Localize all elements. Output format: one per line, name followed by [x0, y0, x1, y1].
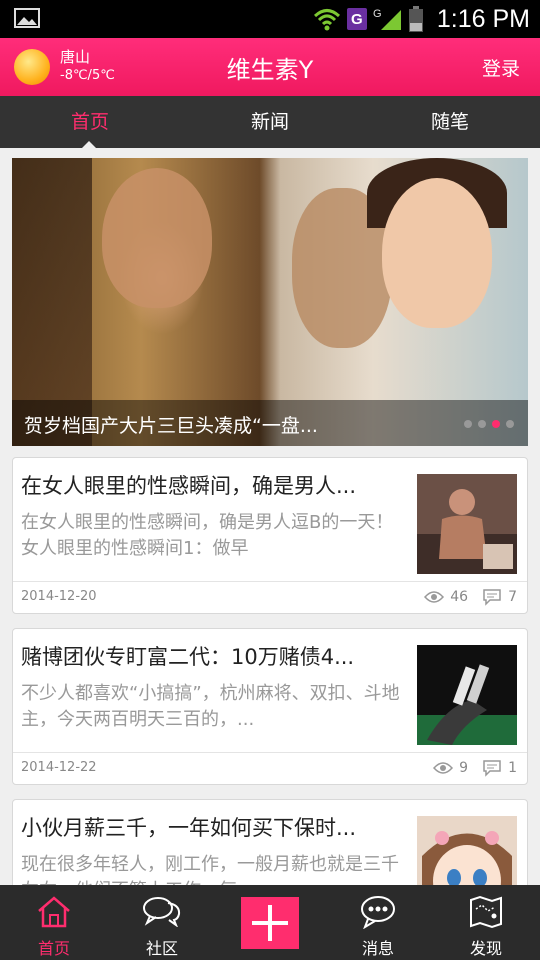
comment-icon — [483, 760, 501, 777]
article-thumbnail[interactable] — [417, 645, 517, 745]
nav-add[interactable] — [216, 885, 324, 960]
article-title[interactable]: 赌博团伙专盯富二代：10万赌债4... — [21, 641, 401, 671]
article-date: 2014-12-22 — [21, 760, 97, 775]
carousel-dot[interactable] — [478, 420, 486, 428]
app-title: 维生素Y — [226, 56, 314, 84]
comment-icon — [483, 589, 501, 606]
tab-essays[interactable]: 随笔 — [360, 96, 540, 148]
comment-count: 7 — [508, 589, 517, 605]
nav-messages[interactable]: 消息 — [324, 885, 432, 960]
article-footer: 2014-12-22 9 1 — [13, 752, 527, 784]
signal-icon: G — [373, 8, 401, 30]
article-summary: 在女人眼里的性感瞬间，确是男人逗B的一天！ 女人眼里的性感瞬间1：做早 — [21, 512, 401, 559]
article-card[interactable]: 赌博团伙专盯富二代：10万赌债4... 不少人都喜欢“小搞搞”，杭州麻将、双扣、… — [12, 628, 528, 785]
bottom-navigation: 首页 社区 消息 发现 — [0, 885, 540, 960]
plus-icon[interactable] — [241, 897, 299, 949]
app-header: 唐山 -8℃/5℃ 维生素Y 登录 — [0, 38, 540, 96]
article-card[interactable]: 在女人眼里的性感瞬间，确是男人... 在女人眼里的性感瞬间，确是男人逗B的一天！… — [12, 457, 528, 614]
view-count: 9 — [459, 760, 469, 776]
home-icon — [38, 896, 70, 928]
article-date: 2014-12-20 — [21, 589, 97, 604]
view-count: 46 — [450, 589, 469, 605]
message-icon — [361, 896, 395, 929]
article-footer: 2014-12-20 46 7 — [13, 581, 527, 613]
banner-figure — [102, 168, 212, 308]
discover-icon — [470, 895, 502, 929]
eye-icon — [424, 591, 445, 603]
nav-discover[interactable]: 发现 — [432, 885, 540, 960]
tab-indicator — [80, 141, 98, 150]
nav-messages-label: 消息 — [361, 939, 394, 958]
article-thumbnail[interactable] — [417, 474, 517, 574]
nav-community-label: 社区 — [145, 939, 178, 958]
status-bar: G G 1:16 PM — [0, 0, 540, 38]
image-icon — [14, 8, 40, 28]
clock: 1:16 PM — [436, 4, 530, 33]
article-summary: 不少人都喜欢“小搞搞”，杭州麻将、双扣、斗地主，今天两百明天三百的，... — [21, 683, 400, 730]
carousel-dot-active[interactable] — [492, 420, 500, 428]
banner-carousel[interactable]: 贺岁档国产大片三巨头凑成“一盘... — [12, 158, 528, 446]
chat-bubbles-icon — [143, 897, 181, 927]
carrier-badge: G — [346, 8, 367, 30]
banner-figure — [382, 178, 492, 328]
battery-icon — [408, 6, 423, 32]
nav-home-label: 首页 — [37, 939, 70, 958]
carousel-dot[interactable] — [464, 420, 472, 428]
login-button[interactable]: 登录 — [482, 54, 520, 81]
banner-caption-bar: 贺岁档国产大片三巨头凑成“一盘... — [12, 400, 528, 446]
svg-text:G: G — [373, 8, 382, 20]
article-title[interactable]: 在女人眼里的性感瞬间，确是男人... — [21, 470, 401, 500]
nav-community[interactable]: 社区 — [108, 885, 216, 960]
article-title[interactable]: 小伙月薪三千，一年如何买下保时... — [21, 812, 401, 842]
carousel-indicator — [464, 420, 514, 428]
comment-count: 1 — [508, 760, 517, 776]
carousel-dot[interactable] — [506, 420, 514, 428]
wifi-icon — [313, 9, 340, 31]
eye-icon — [433, 762, 454, 774]
banner-caption: 贺岁档国产大片三巨头凑成“一盘... — [24, 415, 318, 437]
tab-news[interactable]: 新闻 — [180, 96, 360, 148]
nav-home[interactable]: 首页 — [0, 885, 108, 960]
nav-discover-label: 发现 — [469, 939, 502, 958]
